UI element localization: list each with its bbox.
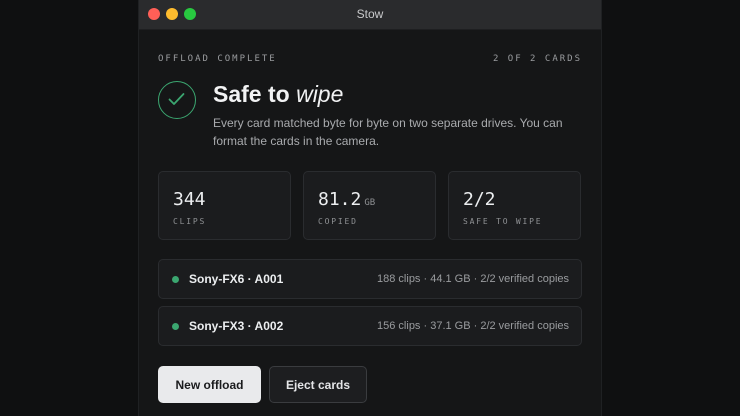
stat-value: 344 [173, 189, 206, 210]
stat-value: 81.2 GB [318, 189, 376, 210]
card-meta: 156 clips · 37.1 GB · 2/2 verified copie… [377, 320, 569, 332]
stat-safe-to-wipe: 2/2 SAFE TO WIPE [448, 171, 581, 240]
stat-clips: 344 CLIPS [158, 171, 291, 240]
eject-cards-button[interactable]: Eject cards [269, 366, 367, 403]
stat-label: SAFE TO WIPE [463, 217, 543, 226]
title-emphasis: wipe [296, 81, 344, 107]
card-row[interactable]: Sony-FX3 · A002 156 clips · 37.1 GB · 2/… [158, 306, 582, 346]
card-meta: 188 clips · 44.1 GB · 2/2 verified copie… [377, 273, 569, 285]
stat-label: CLIPS [173, 217, 207, 226]
card-row[interactable]: Sony-FX6 · A001 188 clips · 44.1 GB · 2/… [158, 259, 582, 299]
card-progress-label: 2 OF 2 CARDS [492, 54, 582, 64]
window-title: Stow [356, 7, 384, 21]
title-main: Safe to [213, 81, 290, 107]
verified-status-dot [172, 276, 179, 283]
card-name: Sony-FX6 · A001 [189, 272, 284, 286]
page-title: Safe to wipe [213, 81, 343, 108]
new-offload-button[interactable]: New offload [158, 366, 261, 403]
stat-value: 2/2 [463, 189, 496, 210]
verified-status-dot [172, 323, 179, 330]
title-bar: Stow [139, 0, 601, 30]
offload-status-label: OFFLOAD COMPLETE [158, 54, 277, 64]
check-icon [158, 81, 196, 119]
stat-copied: 81.2 GB COPIED [303, 171, 436, 240]
description-text: Every card matched byte for byte on two … [213, 116, 563, 148]
card-name: Sony-FX3 · A002 [189, 319, 284, 333]
app-window: Stow OFFLOAD COMPLETE 2 OF 2 CARDS Safe … [139, 0, 601, 416]
stat-label: COPIED [318, 217, 358, 226]
